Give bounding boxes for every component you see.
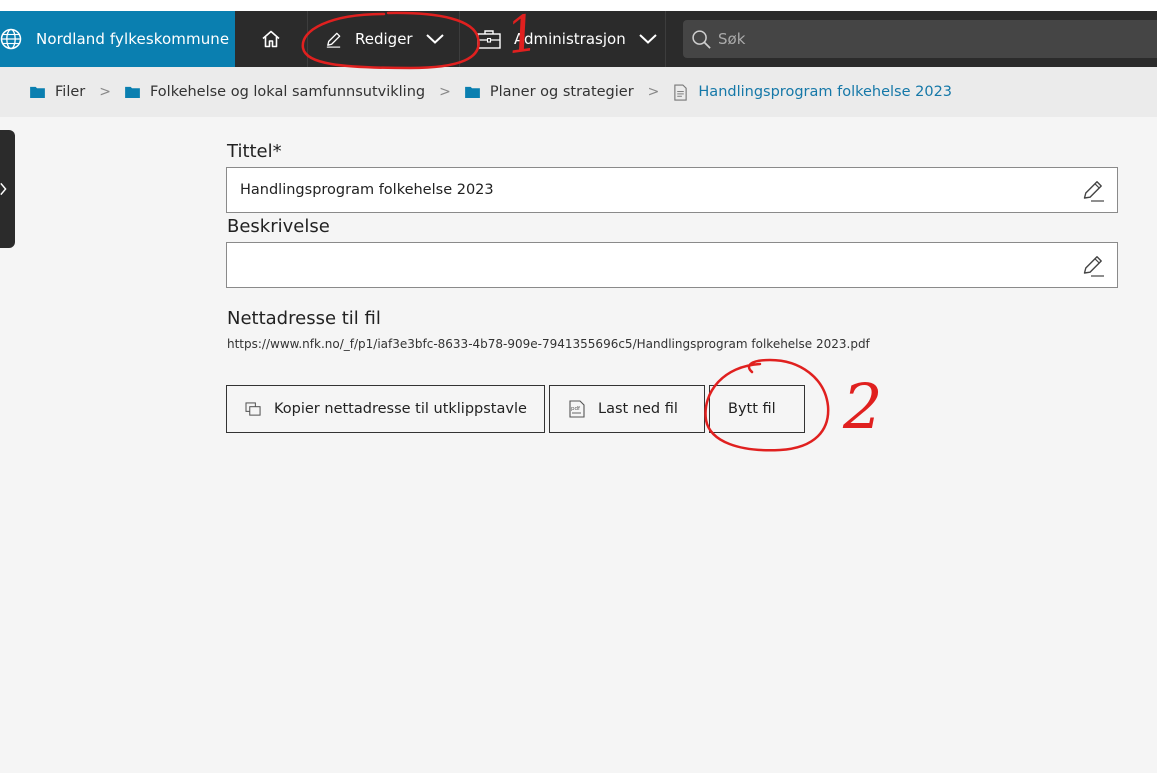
edit-pencil-icon[interactable] (1081, 254, 1105, 278)
chevron-down-icon (639, 34, 657, 44)
download-file-label: Last ned fil (598, 401, 678, 417)
folder-icon (30, 86, 45, 98)
breadcrumb-item-planer[interactable]: Planer og strategier (464, 84, 634, 100)
top-strip (0, 0, 1157, 11)
folder-icon (125, 86, 140, 98)
search-input[interactable] (718, 30, 1018, 48)
copy-icon (245, 401, 261, 416)
brand[interactable]: Nordland fylkeskommune (0, 11, 235, 67)
title-label: Tittel (227, 141, 273, 162)
breadcrumb-item-filer[interactable]: Filer (30, 84, 85, 100)
home-icon (262, 30, 280, 48)
breadcrumb-current-label: Handlingsprogram folkehelse 2023 (698, 84, 953, 100)
title-input-value[interactable]: Handlingsprogram folkehelse 2023 (240, 182, 494, 198)
breadcrumb-item-current: Handlingsprogram folkehelse 2023 (673, 83, 953, 101)
search-box[interactable] (683, 20, 1157, 58)
brand-name: Nordland fylkeskommune (36, 30, 230, 48)
copy-url-label: Kopier nettadresse til utklippstavle (274, 401, 527, 417)
file-url: https://www.nfk.no/_f/p1/iaf3e3bfc-8633-… (227, 337, 870, 351)
breadcrumb-separator: > (439, 84, 451, 100)
document-icon (674, 83, 688, 101)
breadcrumb-separator: > (647, 84, 660, 100)
download-file-button[interactable]: pdf Last ned fil (549, 385, 705, 433)
folder-icon (464, 86, 480, 98)
top-navbar: Nordland fylkeskommune Rediger Administr… (0, 11, 1157, 67)
breadcrumb-separator: > (99, 84, 111, 100)
rediger-label: Rediger (355, 30, 413, 48)
annotation-number-2: 2 (842, 370, 882, 443)
replace-file-button[interactable]: Bytt fil (709, 385, 805, 433)
administrasjon-label: Administrasjon (514, 30, 626, 48)
briefcase-icon (477, 30, 501, 49)
edit-pencil-icon[interactable] (1081, 179, 1105, 203)
rediger-menu-button[interactable]: Rediger (308, 11, 460, 67)
title-label-row: Tittel* (227, 141, 282, 162)
breadcrumb-label: Filer (55, 84, 86, 100)
breadcrumb: Filer > Folkehelse og lokal samfunnsutvi… (0, 67, 1157, 117)
administrasjon-menu-button[interactable]: Administrasjon (460, 11, 666, 67)
description-field[interactable] (226, 242, 1118, 288)
title-field[interactable]: Handlingsprogram folkehelse 2023 (226, 167, 1118, 213)
page: Nordland fylkeskommune Rediger Administr… (0, 0, 1157, 773)
side-panel-toggle[interactable] (0, 130, 15, 248)
url-label: Nettadresse til fil (227, 308, 381, 329)
home-button[interactable] (235, 11, 308, 67)
breadcrumb-label: Planer og strategier (489, 84, 634, 100)
pencil-icon (326, 32, 341, 48)
globe-icon (0, 28, 22, 50)
pdf-file-icon: pdf (569, 400, 585, 418)
svg-text:pdf: pdf (571, 406, 581, 412)
required-mark: * (272, 141, 282, 162)
copy-url-button[interactable]: Kopier nettadresse til utklippstavle (226, 385, 545, 433)
chevron-down-icon (425, 34, 444, 44)
search-wrapper (666, 11, 1157, 67)
breadcrumb-label: Folkehelse og lokal samfunnsutvikling (149, 84, 426, 100)
replace-file-label: Bytt fil (728, 401, 776, 417)
search-icon (692, 29, 711, 49)
description-label: Beskrivelse (227, 216, 330, 237)
breadcrumb-item-folkehelse[interactable]: Folkehelse og lokal samfunnsutvikling (125, 84, 425, 100)
chevron-right-icon (0, 182, 7, 196)
